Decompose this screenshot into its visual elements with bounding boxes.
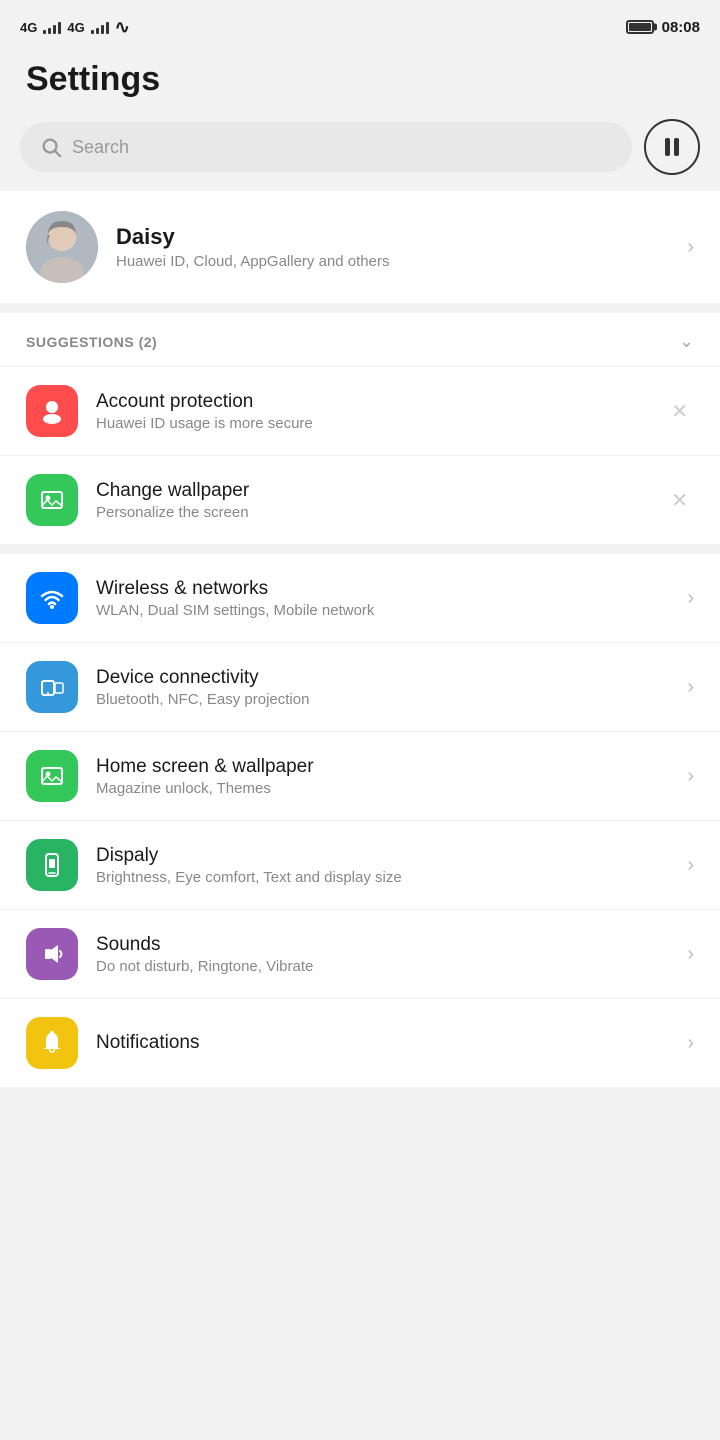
sig-bar xyxy=(91,30,94,34)
wifi-icon xyxy=(38,584,66,612)
profile-subtitle: Huawei ID, Cloud, AppGallery and others xyxy=(116,253,669,270)
search-icon xyxy=(40,136,62,158)
settings-item-device-connectivity[interactable]: Device connectivity Bluetooth, NFC, Easy… xyxy=(0,642,720,731)
settings-item-display[interactable]: Dispaly Brightness, Eye comfort, Text an… xyxy=(0,820,720,909)
search-bar[interactable]: Search xyxy=(20,122,632,172)
suggestions-header[interactable]: SUGGESTIONS (2) ⌄ xyxy=(0,313,720,366)
account-protection-icon xyxy=(26,385,78,437)
bell-icon xyxy=(38,1029,66,1057)
change-wallpaper-icon xyxy=(26,474,78,526)
display-chevron: › xyxy=(687,854,694,877)
suggestion-sub-account: Huawei ID usage is more secure xyxy=(96,415,647,432)
avatar xyxy=(26,211,98,283)
page-header: Settings xyxy=(0,50,720,119)
devices-icon xyxy=(38,673,66,701)
home-screen-chevron: › xyxy=(687,765,694,788)
settings-item-home-screen[interactable]: Home screen & wallpaper Magazine unlock,… xyxy=(0,731,720,820)
suggestion-text-account: Account protection Huawei ID usage is mo… xyxy=(96,391,647,432)
profile-row[interactable]: Daisy Huawei ID, Cloud, AppGallery and o… xyxy=(0,191,720,303)
battery-body xyxy=(626,20,654,34)
profile-text: Daisy Huawei ID, Cloud, AppGallery and o… xyxy=(116,224,669,270)
display-sub: Brightness, Eye comfort, Text and displa… xyxy=(96,869,669,886)
sounds-icon xyxy=(26,928,78,980)
device-connectivity-title: Device connectivity xyxy=(96,667,669,689)
sounds-text: Sounds Do not disturb, Ringtone, Vibrate xyxy=(96,934,669,975)
speaker-icon xyxy=(38,940,66,968)
profile-name: Daisy xyxy=(116,224,669,250)
pause-bar-left xyxy=(665,138,670,156)
close-wallpaper-button[interactable]: ✕ xyxy=(665,482,694,519)
avatar-image xyxy=(26,211,98,283)
sounds-sub: Do not disturb, Ringtone, Vibrate xyxy=(96,958,669,975)
device-connectivity-chevron: › xyxy=(687,676,694,699)
wireless-networks-title: Wireless & networks xyxy=(96,578,669,600)
signal-bars-2 xyxy=(91,20,109,34)
sig-bar xyxy=(101,25,104,34)
sig-bar xyxy=(106,22,109,34)
search-section: Search xyxy=(0,119,720,191)
person-icon xyxy=(38,397,66,425)
wireless-networks-icon xyxy=(26,572,78,624)
status-right: 08:08 xyxy=(626,19,700,36)
sig-bar xyxy=(43,30,46,34)
profile-chevron-icon: › xyxy=(687,236,694,259)
settings-item-sounds[interactable]: Sounds Do not disturb, Ringtone, Vibrate… xyxy=(0,909,720,998)
signal-bars-1 xyxy=(43,20,61,34)
notifications-icon xyxy=(26,1017,78,1069)
home-screen-sub: Magazine unlock, Themes xyxy=(96,780,669,797)
display-icon xyxy=(26,839,78,891)
sig-bar xyxy=(96,28,99,34)
suggestion-item-wallpaper[interactable]: Change wallpaper Personalize the screen … xyxy=(0,455,720,544)
notifications-title: Notifications xyxy=(96,1032,669,1054)
suggestion-sub-wallpaper: Personalize the screen xyxy=(96,504,647,521)
battery-icon xyxy=(626,20,654,34)
settings-item-wireless-networks[interactable]: Wireless & networks WLAN, Dual SIM setti… xyxy=(0,554,720,642)
home-screen-text: Home screen & wallpaper Magazine unlock,… xyxy=(96,756,669,797)
suggestions-title: SUGGESTIONS (2) xyxy=(26,334,157,350)
close-account-protection-button[interactable]: ✕ xyxy=(665,393,694,430)
wireless-networks-sub: WLAN, Dual SIM settings, Mobile network xyxy=(96,602,669,619)
status-left: 4G 4G ∿ xyxy=(20,17,130,38)
suggestion-title-wallpaper: Change wallpaper xyxy=(96,480,647,502)
wireless-networks-chevron: › xyxy=(687,587,694,610)
wireless-networks-text: Wireless & networks WLAN, Dual SIM setti… xyxy=(96,578,669,619)
network-4g-1: 4G xyxy=(20,20,37,35)
home-image-icon xyxy=(38,762,66,790)
suggestions-collapse-icon[interactable]: ⌄ xyxy=(679,331,694,352)
pause-button[interactable] xyxy=(644,119,700,175)
suggestion-text-wallpaper: Change wallpaper Personalize the screen xyxy=(96,480,647,521)
display-text: Dispaly Brightness, Eye comfort, Text an… xyxy=(96,845,669,886)
pause-bar-right xyxy=(674,138,679,156)
suggestion-item-account-protection[interactable]: Account protection Huawei ID usage is mo… xyxy=(0,366,720,455)
page-title: Settings xyxy=(26,60,694,99)
home-screen-title: Home screen & wallpaper xyxy=(96,756,669,778)
pause-icon xyxy=(665,138,679,156)
image-icon xyxy=(38,486,66,514)
device-connectivity-sub: Bluetooth, NFC, Easy projection xyxy=(96,691,669,708)
search-placeholder: Search xyxy=(72,137,129,158)
sig-bar xyxy=(48,28,51,34)
display-title: Dispaly xyxy=(96,845,669,867)
sounds-title: Sounds xyxy=(96,934,669,956)
settings-list-card: Wireless & networks WLAN, Dual SIM setti… xyxy=(0,554,720,1087)
device-connectivity-icon xyxy=(26,661,78,713)
profile-card: Daisy Huawei ID, Cloud, AppGallery and o… xyxy=(0,191,720,303)
device-connectivity-text: Device connectivity Bluetooth, NFC, Easy… xyxy=(96,667,669,708)
suggestions-card: SUGGESTIONS (2) ⌄ Account protection Hua… xyxy=(0,313,720,544)
battery-fill xyxy=(629,23,651,31)
wifi-status-icon: ∿ xyxy=(115,17,130,38)
home-screen-icon xyxy=(26,750,78,802)
sig-bar xyxy=(58,22,61,34)
sounds-chevron: › xyxy=(687,943,694,966)
settings-item-notifications[interactable]: Notifications › xyxy=(0,998,720,1087)
phone-display-icon xyxy=(38,851,66,879)
status-bar: 4G 4G ∿ 08:08 xyxy=(0,0,720,50)
sig-bar xyxy=(53,25,56,34)
notifications-text: Notifications xyxy=(96,1032,669,1054)
suggestion-title-account: Account protection xyxy=(96,391,647,413)
time-display: 08:08 xyxy=(662,19,700,36)
network-4g-2: 4G xyxy=(67,20,84,35)
notifications-chevron: › xyxy=(687,1032,694,1055)
